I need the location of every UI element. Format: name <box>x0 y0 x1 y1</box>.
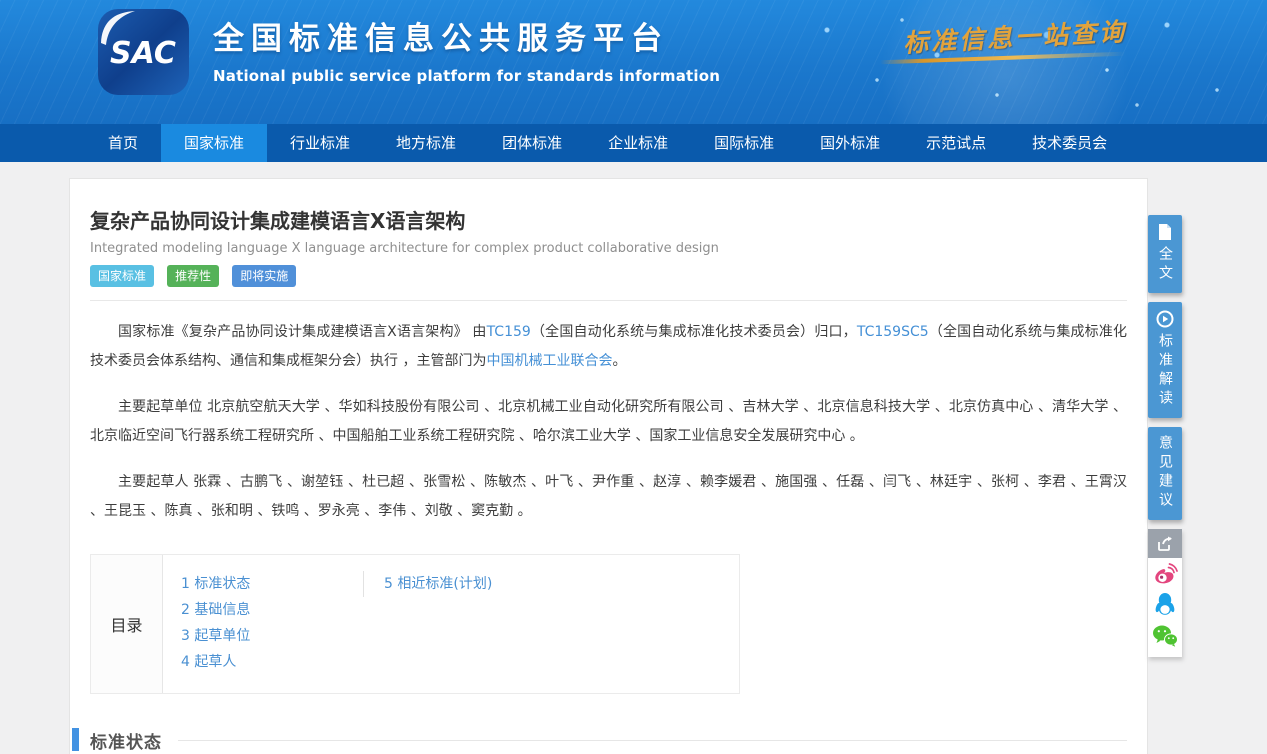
interpretation-button[interactable]: 标准解读 <box>1148 302 1182 418</box>
weibo-icon <box>1153 562 1178 586</box>
toc-label: 目录 <box>91 555 163 693</box>
nav-item-enterprise-standards[interactable]: 企业标准 <box>585 124 691 162</box>
site-title-en: National public service platform for sta… <box>213 67 720 85</box>
nav-item-national-standards[interactable]: 国家标准 <box>161 124 267 162</box>
section-rule <box>178 740 1127 741</box>
drafting-units-paragraph: 主要起草单位 北京航空航天大学 、华如科技股份有限公司 、北京机械工业自动化研究… <box>90 393 1127 451</box>
qq-icon <box>1154 592 1176 617</box>
sac-logo[interactable]: SAC <box>95 7 192 97</box>
intro-text-2: （全国自动化系统与集成标准化技术委员会）归口， <box>531 324 857 340</box>
intro-paragraph: 国家标准《复杂产品协同设计集成建模语言X语言架构》 由TC159（全国自动化系统… <box>90 318 1127 376</box>
nav-item-technical-committee[interactable]: 技术委员会 <box>1009 124 1130 162</box>
nav-item-foreign-standards[interactable]: 国外标准 <box>797 124 903 162</box>
standard-detail-card: 复杂产品协同设计集成建模语言X语言架构 Integrated modeling … <box>69 178 1148 754</box>
nav-item-group-standards[interactable]: 团体标准 <box>479 124 585 162</box>
intro-text-4: 。 <box>612 353 626 369</box>
page: SAC 全国标准信息公共服务平台 National public service… <box>0 0 1267 754</box>
wechat-icon <box>1152 624 1178 647</box>
tag-national-standard: 国家标准 <box>90 265 154 287</box>
standard-title-cn: 复杂产品协同设计集成建模语言X语言架构 <box>90 179 1127 234</box>
share-icon <box>1156 536 1174 552</box>
divider <box>90 300 1127 301</box>
fulltext-button[interactable]: 全文 <box>1148 215 1182 293</box>
toc-link-similar-standards[interactable]: 5 相近标准(计划) <box>363 571 492 597</box>
interpretation-label: 标准解读 <box>1155 333 1175 409</box>
toc-link-drafters[interactable]: 4 起草人 <box>181 649 363 675</box>
drafters-paragraph: 主要起草人 张霖 、古鹏飞 、谢堃钰 、杜已超 、张雪松 、陈敏杰 、叶飞 、尹… <box>90 468 1127 526</box>
toc-row: 4 起草人 <box>181 649 739 675</box>
status-section-header: 标准状态 <box>90 728 1127 753</box>
toc-row: 3 起草单位 <box>181 623 739 649</box>
link-tc159[interactable]: TC159 <box>487 324 531 340</box>
site-brand: 全国标准信息公共服务平台 National public service pla… <box>213 13 720 85</box>
fulltext-label: 全文 <box>1155 246 1175 284</box>
site-title-cn: 全国标准信息公共服务平台 <box>213 13 720 58</box>
tag-to-be-implemented: 即将实施 <box>232 265 296 287</box>
share-button[interactable] <box>1148 529 1182 558</box>
link-tc159sc5[interactable]: TC159SC5 <box>857 324 929 340</box>
standard-tags: 国家标准 推荐性 即将实施 <box>90 265 1127 287</box>
play-circle-icon <box>1156 310 1174 328</box>
nav-item-home[interactable]: 首页 <box>85 124 161 162</box>
toc-body: 1 标准状态5 相近标准(计划) 2 基础信息 3 起草单位 4 起草人 <box>163 555 739 693</box>
feedback-label: 意见建议 <box>1155 435 1175 511</box>
link-machinery-federation[interactable]: 中国机械工业联合会 <box>486 353 612 369</box>
tag-recommended: 推荐性 <box>167 265 219 287</box>
document-icon <box>1157 223 1173 241</box>
standard-title-en: Integrated modeling language X language … <box>90 241 1127 256</box>
toc-link-basic-info[interactable]: 2 基础信息 <box>181 597 363 623</box>
intro-text-1: 国家标准《复杂产品协同设计集成建模语言X语言架构》 由 <box>118 324 487 340</box>
nav-item-international-standards[interactable]: 国际标准 <box>691 124 797 162</box>
svg-text:SAC: SAC <box>110 36 176 71</box>
nav-item-local-standards[interactable]: 地方标准 <box>373 124 479 162</box>
toc-row: 1 标准状态5 相近标准(计划) <box>181 571 739 597</box>
toc-row: 2 基础信息 <box>181 597 739 623</box>
table-of-contents: 目录 1 标准状态5 相近标准(计划) 2 基础信息 3 起草单位 4 起草人 <box>90 554 740 694</box>
section-marker <box>72 728 79 751</box>
nav-item-industry-standards[interactable]: 行业标准 <box>267 124 373 162</box>
share-panel <box>1148 529 1182 657</box>
nav-item-pilot[interactable]: 示范试点 <box>903 124 1009 162</box>
share-weibo[interactable] <box>1148 558 1182 589</box>
share-wechat[interactable] <box>1148 620 1182 651</box>
status-section-title: 标准状态 <box>90 728 162 753</box>
main-nav: 首页 国家标准 行业标准 地方标准 团体标准 企业标准 国际标准 国外标准 示范… <box>0 124 1267 162</box>
feedback-button[interactable]: 意见建议 <box>1148 427 1182 520</box>
site-header: SAC 全国标准信息公共服务平台 National public service… <box>0 0 1267 124</box>
toc-link-status[interactable]: 1 标准状态 <box>181 571 363 597</box>
share-qq[interactable] <box>1148 589 1182 620</box>
floating-sidebar: 全文 标准解读 意见建议 <box>1148 215 1186 657</box>
toc-link-drafting-units[interactable]: 3 起草单位 <box>181 623 363 649</box>
